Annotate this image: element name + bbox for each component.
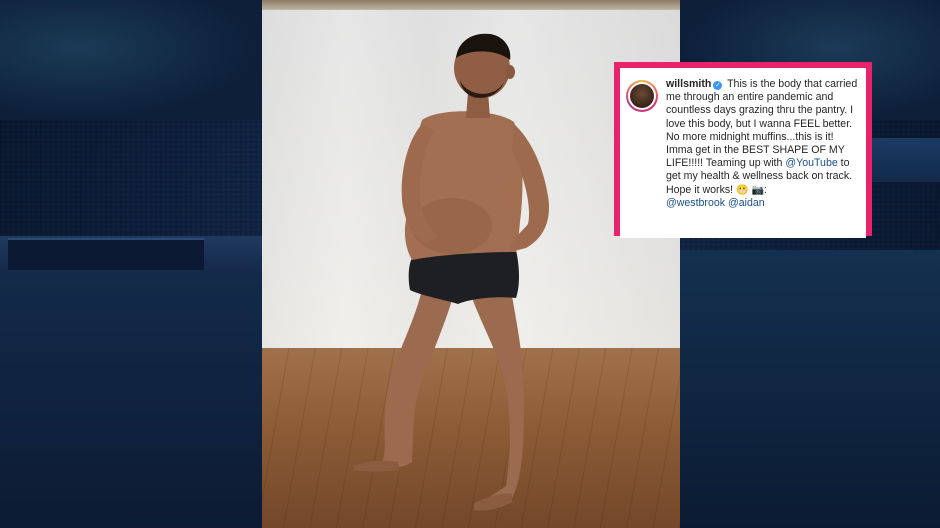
username-link[interactable]: willsmith [666,78,711,90]
camera-emoji-icon: 📷 [751,184,764,196]
mention-youtube-link[interactable]: @YouTube [785,157,837,169]
photo-credit-separator: : [763,183,767,196]
post-caption: willsmith ✓ This is the body that carried… [666,78,862,210]
background-stage-platform [8,238,204,270]
background-trees [0,0,262,120]
mention-westbrook-link[interactable]: @westbrook [666,197,725,209]
instagram-caption-card: willsmith ✓ This is the body that carried… [620,68,866,238]
verified-check-icon: ✓ [713,81,723,90]
mention-aidan-link[interactable]: @aidan [728,197,765,209]
profile-avatar[interactable] [626,80,658,112]
caption-text: This is the body that carried me through… [666,78,858,170]
avatar-photo [630,84,654,108]
background-lawn [680,250,940,528]
blurred-background-left [0,0,262,528]
grimace-emoji-icon: 😬 [736,184,749,196]
video-frame: willsmith ✓ This is the body that carried… [0,0,940,528]
background-lawn [0,274,262,528]
